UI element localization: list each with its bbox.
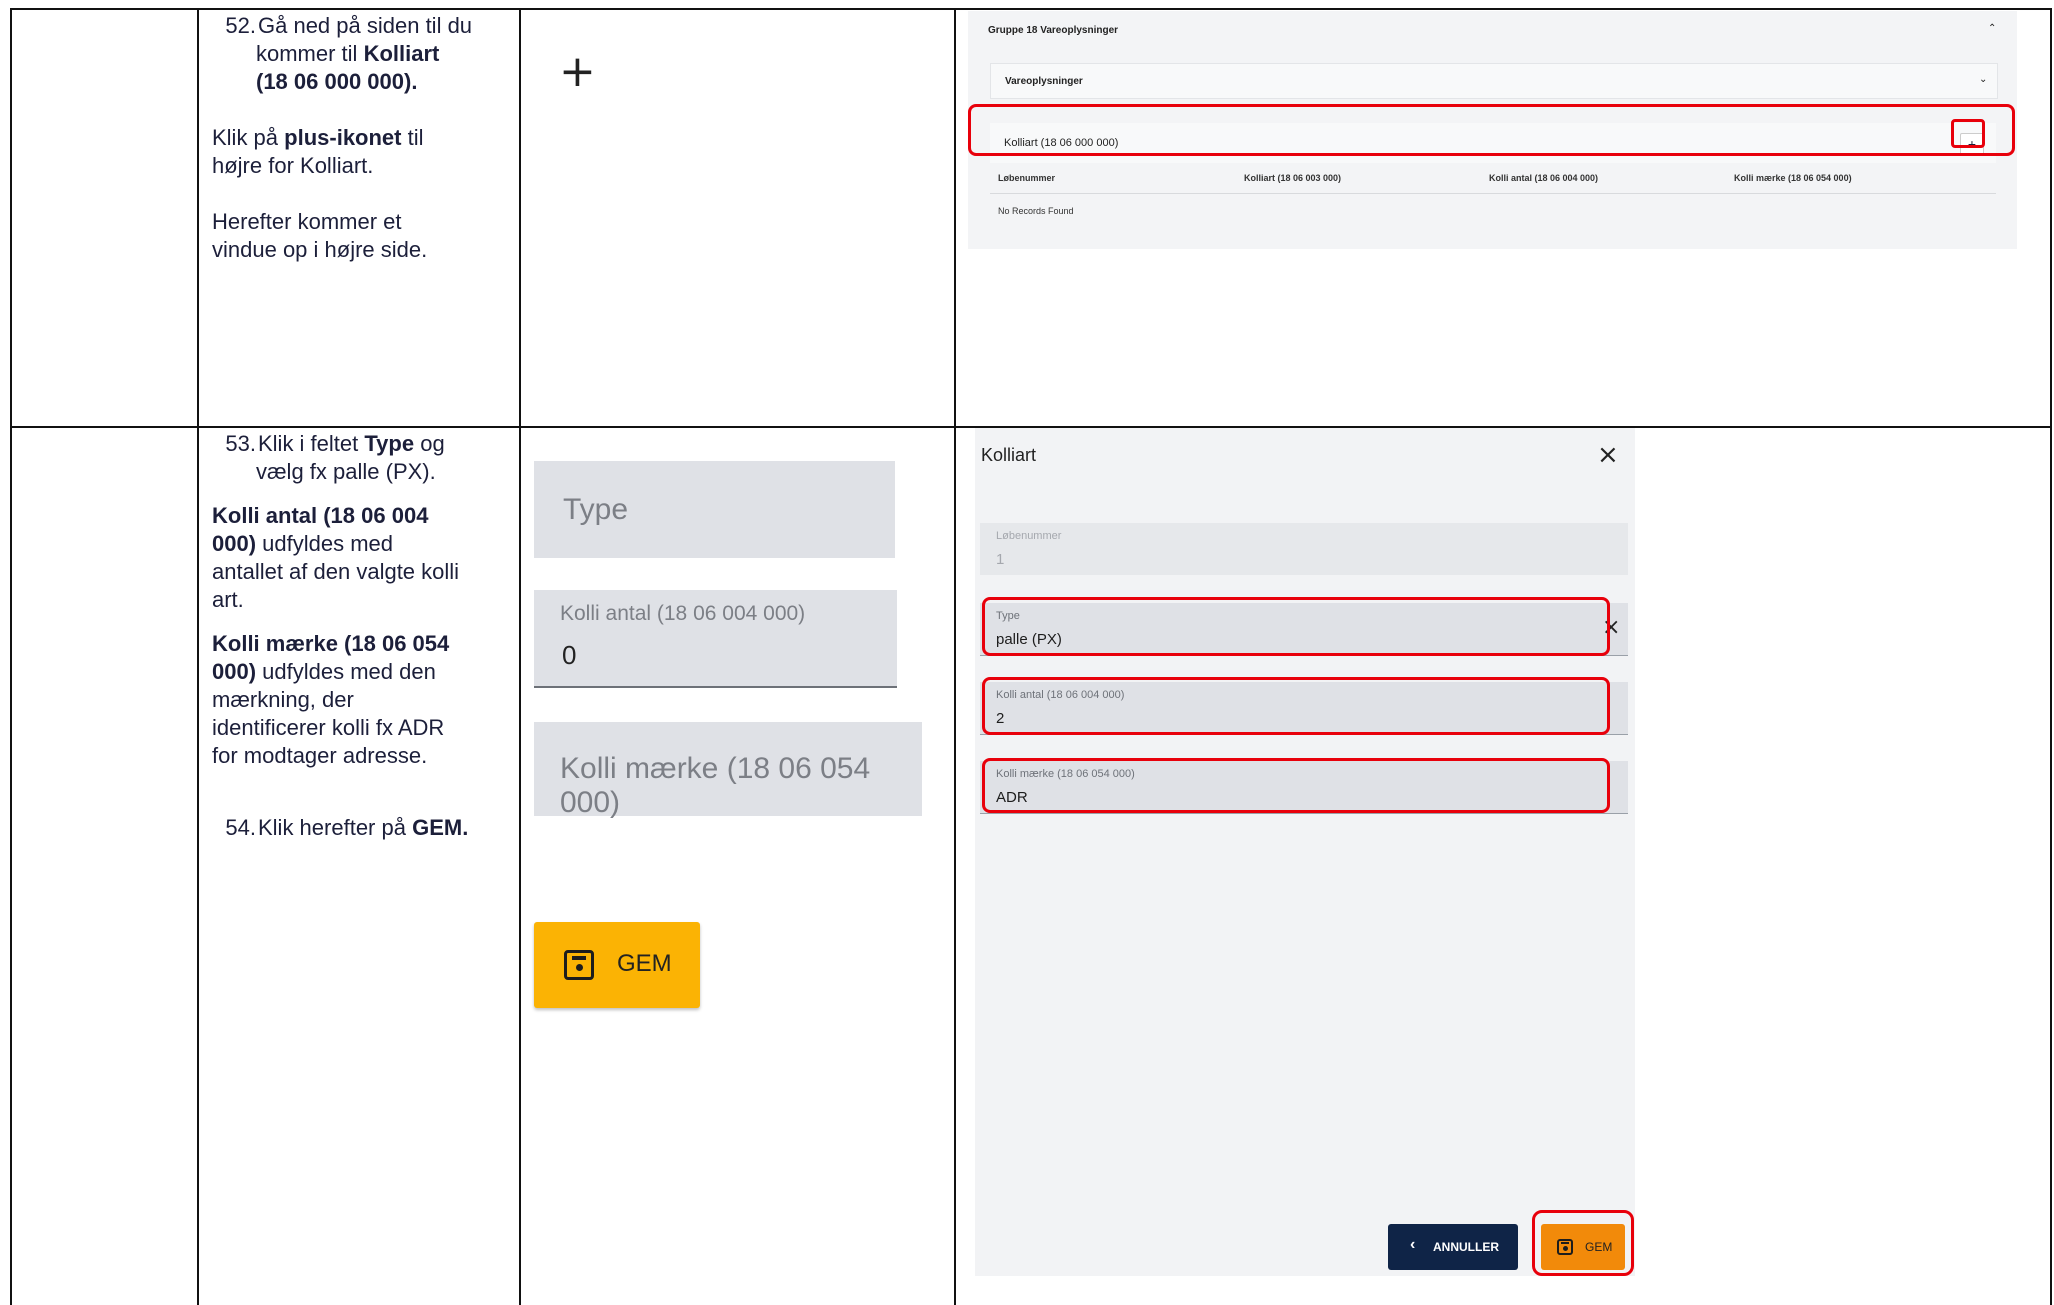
save-icon [564,950,594,980]
close-icon[interactable]: × [1597,440,1619,470]
table-col-divider-3 [954,8,956,1305]
kolli-maerke-highlight [982,758,1610,813]
table-col-divider-2 [519,8,521,1305]
header-divider [990,193,1996,194]
table-col-divider-1 [197,8,199,1305]
chevron-down-icon: ⌄ [1979,74,1988,85]
table-left-border [10,8,12,1305]
type-field-crop: Type [534,461,895,558]
loebenummer-field: Løbenummer 1 [980,523,1628,575]
step-number: 53. [225,431,256,456]
annuller-button[interactable]: ‹ ANNULLER [1388,1224,1518,1270]
section-title: Vareoplysninger [1005,76,1083,87]
chevron-up-icon[interactable]: ⌃ [1988,23,1996,34]
empty-message: No Records Found [998,206,1074,216]
steps-53-54-instructions: 53.Klik i feltet Type og vælg fx palle (… [212,431,469,840]
step-number: 52. [225,13,256,38]
kolliart-highlight [968,104,2015,156]
kolli-antal-field-crop: Kolli antal (18 06 004 000) 0 [534,590,897,688]
step-52-instructions: 52.Gå ned på siden til du kommer til Kol… [212,13,473,262]
type-highlight [982,597,1610,656]
chevron-left-icon: ‹ [1410,1236,1416,1253]
group-title: Gruppe 18 Vareoplysninger [988,25,1119,36]
column-header: Løbenummer [998,173,1056,183]
table-top-border [10,8,2052,10]
kolli-maerke-field-crop: Kolli mærke (18 06 054 000) [534,722,922,819]
column-header: Kolli mærke (18 06 054 000) [1734,173,1852,183]
plus-button-highlight [1951,119,1985,148]
step-number: 54. [225,815,256,840]
table-right-border [2050,8,2052,1305]
gem-button-crop: GEM [534,922,700,1008]
plus-icon: + [559,46,596,97]
column-header: Kolli antal (18 06 004 000) [1489,173,1599,183]
dialog-title: Kolliart [981,445,1037,465]
gem-button-highlight [1532,1210,1634,1276]
vareoplysninger-section[interactable]: Vareoplysninger ⌄ [990,63,1998,99]
kolli-antal-highlight [982,677,1610,735]
kolliart-dialog: Kolliart × Løbenummer 1 Type palle (PX) … [975,428,1635,1276]
column-header: Kolliart (18 06 003 000) [1244,173,1342,183]
